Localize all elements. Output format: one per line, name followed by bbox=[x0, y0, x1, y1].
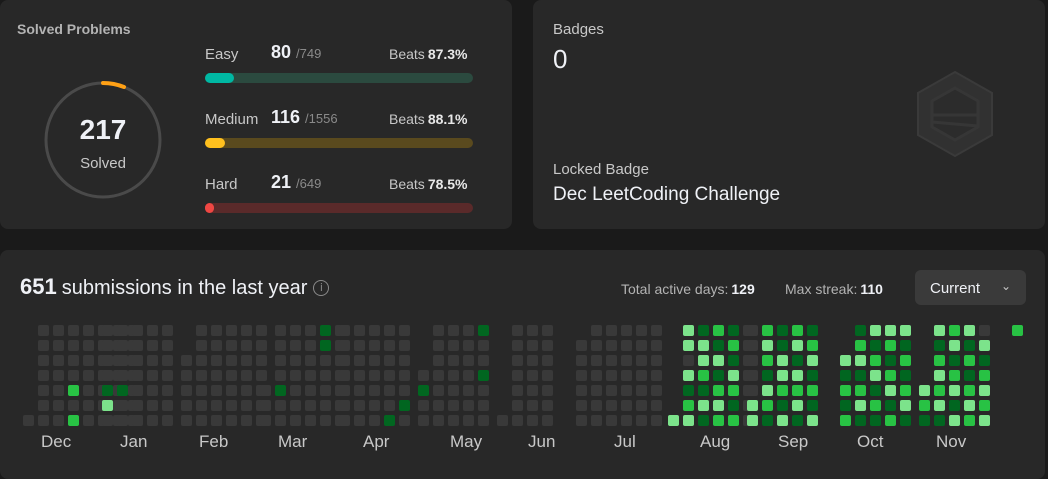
submissions-heading: 651 submissions in the last year i bbox=[20, 274, 330, 300]
month-label: Dec bbox=[41, 432, 72, 451]
submissions-count: 651 bbox=[20, 274, 57, 299]
month-label: Jan bbox=[120, 432, 148, 451]
medium-progress-fill bbox=[205, 138, 226, 148]
info-icon[interactable]: i bbox=[313, 280, 330, 296]
month-label: Jul bbox=[614, 432, 636, 451]
easy-progress-fill bbox=[205, 73, 234, 83]
month-label: Mar bbox=[278, 432, 308, 451]
dropdown-value: Current bbox=[930, 280, 981, 297]
medium-progress-bar bbox=[205, 138, 473, 148]
year-dropdown[interactable]: Current ⌄ bbox=[915, 270, 1026, 305]
month-label: Nov bbox=[936, 432, 967, 451]
hard-progress-fill bbox=[205, 203, 215, 213]
locked-badge-name: Dec LeetCoding Challenge bbox=[553, 184, 781, 205]
solved-title: Solved Problems bbox=[17, 21, 131, 37]
month-label: Feb bbox=[199, 432, 229, 451]
month-label: Sep bbox=[778, 432, 809, 451]
hexagon-badge-icon bbox=[917, 70, 993, 158]
easy-progress-bar bbox=[205, 73, 473, 83]
chevron-down-icon: ⌄ bbox=[1000, 279, 1011, 293]
month-label: Apr bbox=[363, 432, 390, 451]
badges-count: 0 bbox=[553, 44, 568, 74]
active-days: Total active days: 129 bbox=[621, 281, 755, 297]
solved-subtitle: Solved bbox=[80, 155, 126, 172]
medium-count: 116/1556 bbox=[271, 107, 338, 127]
submissions-text: submissions in the last year bbox=[61, 277, 308, 299]
badges-label: Badges bbox=[553, 21, 604, 38]
hard-label: Hard bbox=[205, 176, 238, 193]
easy-label: Easy bbox=[205, 46, 239, 63]
hard-progress-bar bbox=[205, 203, 473, 213]
month-label: Jun bbox=[528, 432, 556, 451]
solved-total: 217 bbox=[79, 114, 127, 145]
medium-total: /1556 bbox=[305, 111, 338, 126]
locked-badge-label: Locked Badge bbox=[553, 161, 649, 178]
hard-total: /649 bbox=[296, 176, 322, 191]
max-streak: Max streak: 110 bbox=[785, 281, 883, 297]
easy-count: 80/749 bbox=[271, 42, 322, 62]
month-label: Aug bbox=[700, 432, 731, 451]
easy-total: /749 bbox=[296, 46, 322, 61]
month-label: Oct bbox=[857, 432, 884, 451]
month-label: May bbox=[450, 432, 483, 451]
medium-label: Medium bbox=[205, 111, 259, 128]
hard-count: 21/649 bbox=[271, 172, 322, 192]
